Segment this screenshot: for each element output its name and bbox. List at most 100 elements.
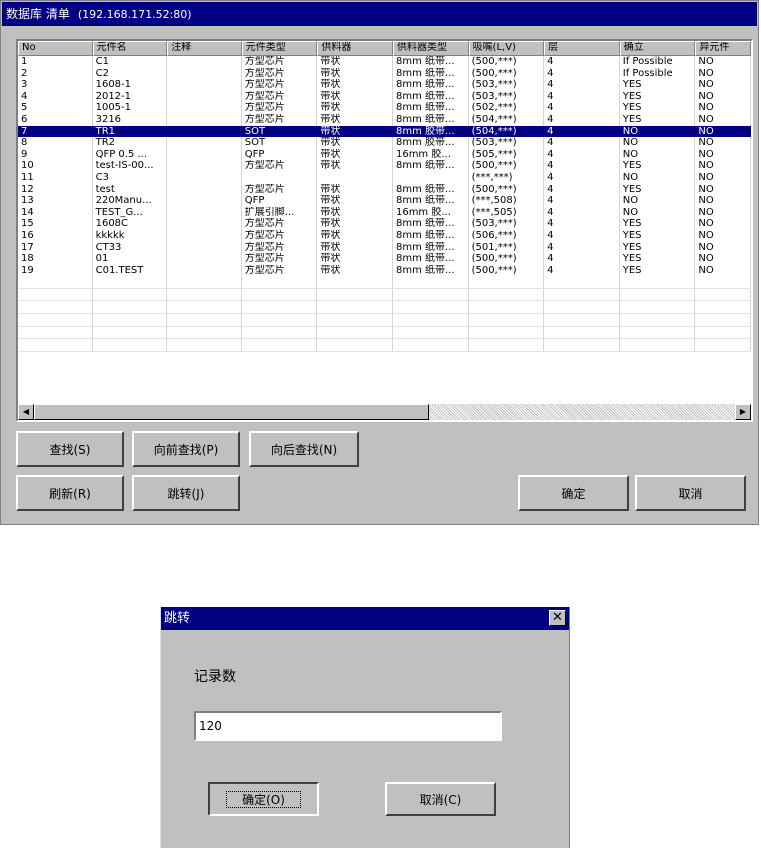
scroll-left-arrow-icon[interactable]: ◀ (18, 404, 34, 420)
column-header[interactable]: No (18, 41, 93, 56)
record-count-input[interactable] (194, 711, 502, 741)
table-cell: (500,***) (469, 56, 545, 68)
column-header[interactable]: 异元件 (695, 41, 751, 56)
table-row[interactable]: 9 QFP 0.5 ... QFP 带状 16mm 胶... (505,***) 4 NO NO (18, 148, 751, 161)
dialog-ok-button[interactable]: 确定(O) (208, 782, 319, 816)
table-row[interactable]: 13 220Manu... QFP 带状 8mm 纸带... (***,508) 4 NO NO (18, 195, 751, 207)
table-cell: 4 (544, 90, 620, 103)
table-cell: NO (695, 148, 751, 161)
ok-button[interactable]: 确定 (518, 475, 629, 511)
table-cell: 4 (544, 264, 620, 277)
empty-cell (242, 301, 318, 314)
table-cell: 带状 (317, 137, 393, 149)
empty-cell (167, 339, 242, 351)
empty-row (18, 301, 751, 315)
table-cell: 方型芯片 (242, 67, 318, 80)
table-row[interactable]: 4 2012-1 方型芯片 带状 8mm 纸带... (503,***) 4 YES NO (18, 90, 751, 103)
table-cell (167, 67, 242, 80)
table-row[interactable]: 19 C01.TEST 方型芯片 带状 8mm 纸带... (500,***) 4 YES NO (18, 264, 751, 277)
database-list-window: 数据库 清单 (192.168.171.52:80) No 元件名 注释 元件类型 供料器… (0, 0, 759, 525)
table-row[interactable]: 17 CT33 方型芯片 带状 8mm 纸带... (501,***) 4 YES NO (18, 241, 751, 254)
table-row[interactable]: 3 1608-1 方型芯片 带状 8mm 纸带... (503,***) 4 YES NO (18, 79, 751, 91)
scrollbar-track[interactable] (429, 404, 735, 420)
table-row[interactable]: 2 C2 方型芯片 带状 8mm 纸带... (500,***) 4 If Possible N… (18, 67, 751, 80)
table-cell: 4 (544, 79, 620, 91)
empty-cell (93, 326, 168, 339)
find-previous-button[interactable]: 向前查找(P) (132, 431, 240, 467)
table-cell: YES (620, 218, 696, 230)
horizontal-scrollbar[interactable]: ◀ ▶ (18, 404, 751, 420)
column-header[interactable]: 注释 (167, 41, 242, 56)
empty-cell (167, 288, 242, 301)
table-cell: 方型芯片 (242, 90, 318, 103)
table-cell: 8mm 纸带... (393, 67, 469, 80)
table-cell: (***,***) (469, 171, 545, 184)
empty-cell (393, 326, 469, 339)
table-cell: 4 (544, 183, 620, 196)
table-cell: 方型芯片 (242, 183, 318, 196)
table-cell: NO (695, 113, 751, 126)
table-cell: NO (695, 206, 751, 219)
find-button[interactable]: 查找(S) (16, 431, 124, 467)
table-row[interactable]: 6 3216 方型芯片 带状 8mm 纸带... (504,***) 4 YES NO (18, 113, 751, 126)
find-next-button[interactable]: 向后查找(N) (249, 431, 359, 467)
dialog-cancel-button[interactable]: 取消(C) (385, 782, 496, 816)
column-header[interactable]: 供料器类型 (392, 41, 469, 56)
table-row[interactable]: 14 TEST_G... 扩展引脚... 带状 16mm 胶... (***,505) 4 N… (18, 206, 751, 219)
table-cell: 4 (544, 160, 620, 172)
table-cell: 4 (544, 171, 620, 184)
table-cell: (***,505) (469, 206, 545, 219)
component-list-view[interactable]: No 元件名 注释 元件类型 供料器 供料器类型 吸嘴(L,V) 层确立 异元件 1 C1 方型芯片… (16, 39, 753, 422)
empty-cell (242, 326, 318, 339)
table-cell: NO (695, 56, 751, 68)
empty-cell (18, 288, 93, 301)
close-icon[interactable]: ✕ (549, 610, 566, 626)
column-header[interactable]: 吸嘴(L,V) (468, 41, 545, 56)
empty-cell (544, 276, 620, 288)
table-cell: NO (620, 206, 696, 219)
table-cell: (505,***) (469, 148, 545, 161)
empty-cell (469, 276, 545, 288)
dialog-title: 跳转 (164, 611, 191, 626)
table-cell: 8mm 纸带... (393, 241, 469, 254)
table-row[interactable]: 11 C3 (***,***) 4 NO NO (18, 171, 751, 184)
cancel-button[interactable]: 取消 (635, 475, 746, 511)
table-row[interactable]: 15 1608C 方型芯片 带状 8mm 纸带... (503,***) 4 YES NO (18, 218, 751, 230)
table-cell: 1 (18, 56, 93, 68)
record-count-label: 记录数 (194, 669, 236, 685)
empty-cell (620, 339, 696, 351)
column-header[interactable]: 元件类型 (241, 41, 318, 56)
dialog-title-bar: 跳转 ✕ (161, 607, 569, 630)
column-header[interactable]: 层 (544, 41, 620, 56)
scroll-right-arrow-icon[interactable]: ▶ (735, 404, 751, 420)
table-row[interactable]: 5 1005-1 方型芯片 带状 8mm 纸带... (502,***) 4 YES NO (18, 102, 751, 114)
table-row[interactable]: 16 kkkkk 方型芯片 带状 8mm 纸带... (506,***) 4 YES NO (18, 229, 751, 242)
table-cell: 带状 (317, 79, 393, 91)
scrollbar-thumb[interactable] (34, 404, 429, 420)
empty-cell (695, 314, 751, 326)
empty-cell (695, 326, 751, 339)
table-row[interactable]: 12 test 方型芯片 带状 8mm 纸带... (500,***) 4 YES NO (18, 183, 751, 196)
table-cell: NO (695, 218, 751, 230)
table-cell: 1608-1 (93, 79, 168, 91)
table-row[interactable]: 1 C1 方型芯片 带状 8mm 纸带... (500,***) 4 If Possible N… (18, 56, 751, 68)
table-cell: 220Manu... (93, 195, 168, 207)
refresh-button[interactable]: 刷新(R) (16, 475, 124, 511)
jump-button[interactable]: 跳转(J) (132, 475, 240, 511)
table-row[interactable]: 8 TR2 SOT 带状 8mm 胶带... (503,***) 4 NO NO (18, 137, 751, 149)
table-cell: NO (620, 148, 696, 161)
table-row[interactable]: 10 test-IS-00... 方型芯片 带状 8mm 纸带... (500,***) 4… (18, 160, 751, 172)
table-cell: NO (620, 171, 696, 184)
table-cell: 18 (18, 253, 93, 265)
column-header[interactable]: 供料器 (317, 41, 393, 56)
table-row-selected[interactable]: 7 TR1 SOT 带状 8mm 胶带... (504,***) 4 NO NO (18, 125, 751, 138)
table-cell: NO (695, 264, 751, 277)
table-cell: 8mm 纸带... (393, 56, 469, 68)
column-header[interactable]: 确立 (619, 41, 696, 56)
table-cell: C2 (93, 67, 168, 80)
table-cell: 4 (544, 102, 620, 114)
empty-cell (317, 276, 393, 288)
table-row[interactable]: 18 01 方型芯片 带状 8mm 纸带... (500,***) 4 YES NO (18, 253, 751, 265)
column-header[interactable]: 元件名 (92, 41, 168, 56)
table-cell: 6 (18, 113, 93, 126)
